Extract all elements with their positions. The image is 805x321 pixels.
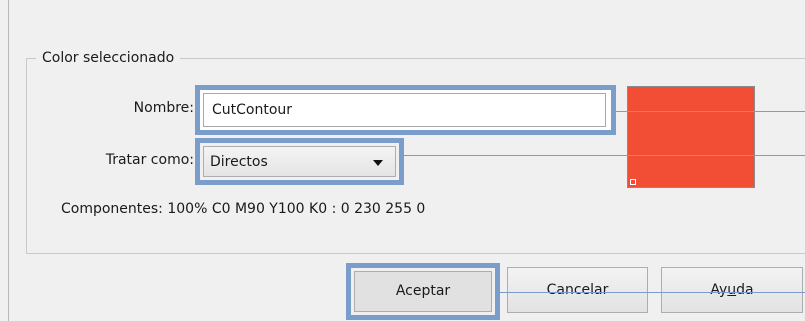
accept-button[interactable]: Aceptar — [354, 271, 492, 312]
swatch-marker-icon — [630, 179, 636, 185]
treat-as-selected-value: Directos — [210, 154, 268, 170]
help-label-post: da — [736, 282, 754, 298]
name-label: Nombre: — [133, 100, 194, 116]
treat-as-dropdown[interactable]: Directos — [203, 146, 396, 177]
accept-button-highlight: Aceptar — [346, 263, 500, 320]
callout-line-buttons — [499, 292, 805, 293]
name-input[interactable] — [203, 93, 606, 127]
name-field-highlight — [195, 85, 616, 135]
dialog-left-border — [8, 0, 9, 321]
components-text: Componentes: 100% C0 M90 Y100 K0 : 0 230… — [61, 201, 426, 217]
callout-line-treat — [404, 155, 805, 156]
treat-as-highlight: Directos — [195, 138, 404, 185]
help-label-pre: Ay — [710, 282, 728, 298]
color-swatch — [627, 86, 755, 188]
group-title: Color seleccionado — [36, 47, 181, 69]
cancel-button[interactable]: Cancelar — [507, 267, 648, 313]
help-label-mnemonic: u — [727, 282, 737, 298]
help-button[interactable]: Ayuda — [661, 267, 803, 313]
chevron-down-icon — [373, 160, 383, 166]
callout-line-name — [616, 111, 805, 112]
treat-as-label: Tratar como: — [105, 152, 194, 168]
